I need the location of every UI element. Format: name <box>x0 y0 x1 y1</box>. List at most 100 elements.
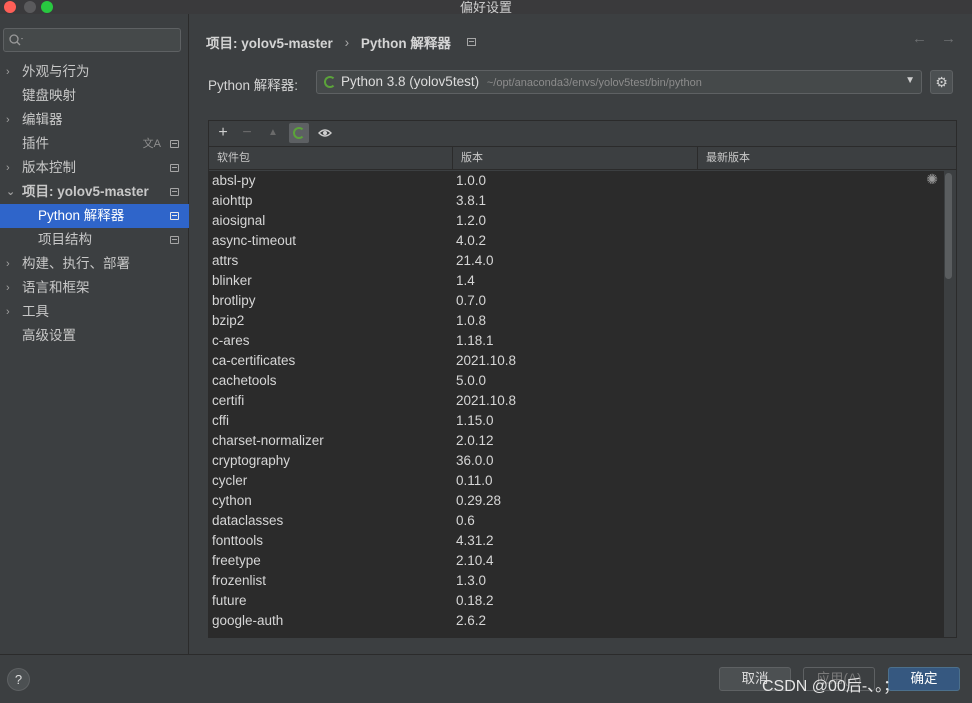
package-name: fonttools <box>212 533 264 548</box>
settings-nav: › 外观与行为 键盘映射 › 编辑器 插件 ⽂A › 版本控制 ⌄ 项目: yolov5-maste… <box>0 60 189 348</box>
sidebar-item-label: 语言和框架 <box>22 280 90 295</box>
sidebar-item[interactable]: 插件 ⽂A <box>0 132 189 156</box>
upgrade-package-button[interactable]: ▲ <box>263 123 283 143</box>
table-row[interactable]: frozenlist 1.3.0 <box>209 571 944 591</box>
chevron-right-icon[interactable]: › <box>6 156 10 180</box>
package-version: 5.0.0 <box>456 373 487 388</box>
package-name: brotlipy <box>212 293 256 308</box>
package-name: cython <box>212 493 252 508</box>
table-row[interactable]: aiosignal 1.2.0 <box>209 211 944 231</box>
dropdown-caret-icon[interactable]: ▼ <box>905 75 915 86</box>
package-list: absl-py 1.0.0 aiohttp 3.8.1 aiosignal 1.2.0 as… <box>209 171 944 637</box>
title-bar: 偏好设置 <box>0 0 972 15</box>
table-row[interactable]: google-auth 2.6.2 <box>209 611 944 631</box>
chevron-right-icon[interactable]: › <box>6 300 10 324</box>
column-header-package[interactable]: 软件包 <box>209 147 453 170</box>
package-version: 2.6.2 <box>456 613 487 628</box>
package-version: 1.0.8 <box>456 313 487 328</box>
package-name: bzip2 <box>212 313 245 328</box>
add-package-button[interactable]: + <box>213 123 233 143</box>
table-row[interactable]: brotlipy 0.7.0 <box>209 291 944 311</box>
column-header-version[interactable]: 版本 <box>453 147 698 170</box>
table-row[interactable]: bzip2 1.0.8 <box>209 311 944 331</box>
package-version: 2.0.12 <box>456 433 494 448</box>
project-scope-icon <box>466 38 476 46</box>
back-arrow-icon[interactable]: ← <box>912 30 927 47</box>
package-version: 4.31.2 <box>456 533 494 548</box>
table-row[interactable]: cachetools 5.0.0 <box>209 371 944 391</box>
chevron-right-icon[interactable]: › <box>6 276 10 300</box>
table-row[interactable]: cycler 0.11.0 <box>209 471 944 491</box>
sidebar-item[interactable]: › 语言和框架 <box>0 276 189 300</box>
breadcrumb-project[interactable]: 项目: yolov5-master <box>206 36 333 51</box>
sidebar-item[interactable]: 项目结构 <box>0 228 189 252</box>
table-row[interactable]: charset-normalizer 2.0.12 <box>209 431 944 451</box>
package-name: blinker <box>212 273 252 288</box>
table-row[interactable]: cryptography 36.0.0 <box>209 451 944 471</box>
package-version: 2021.10.8 <box>456 353 517 368</box>
table-row[interactable]: fonttools 4.31.2 <box>209 531 944 551</box>
table-row[interactable]: freetype 2.10.4 <box>209 551 944 571</box>
chevron-right-icon[interactable]: › <box>6 60 10 84</box>
chevron-right-icon[interactable]: › <box>6 108 10 132</box>
interpreter-select[interactable]: Python 3.8 (yolov5test) ~/opt/anaconda3/… <box>316 70 922 94</box>
vertical-scrollbar[interactable] <box>945 173 952 279</box>
sidebar-item[interactable]: Python 解释器 <box>0 204 189 228</box>
sidebar-item-label: Python 解释器 <box>38 208 125 223</box>
loading-spinner-icon: ✺ <box>926 171 938 187</box>
search-input[interactable] <box>3 28 181 52</box>
search-icon <box>8 32 24 48</box>
package-panel: + − ▲ 软件包 版本 最新版本 absl-py 1.0.0 aiohttp 3.8… <box>208 120 957 638</box>
sidebar-item[interactable]: 高级设置 <box>0 324 189 348</box>
table-row[interactable]: c-ares 1.18.1 <box>209 331 944 351</box>
table-row[interactable]: dataclasses 0.6 <box>209 511 944 531</box>
package-name: attrs <box>212 253 239 268</box>
table-row[interactable]: blinker 1.4 <box>209 271 944 291</box>
forward-arrow-icon[interactable]: → <box>941 30 956 47</box>
remove-package-button[interactable]: − <box>237 123 257 143</box>
sidebar-item[interactable]: › 外观与行为 <box>0 60 189 84</box>
table-row[interactable]: future 0.18.2 <box>209 591 944 611</box>
help-button[interactable]: ? <box>7 668 30 691</box>
translate-icon: ⽂A <box>142 138 161 150</box>
column-header-latest[interactable]: 最新版本 <box>698 147 956 170</box>
sidebar-item-label: 项目: yolov5-master <box>22 184 149 199</box>
interpreter-name: Python 3.8 (yolov5test) <box>341 74 480 89</box>
refresh-button[interactable] <box>289 123 309 143</box>
interpreter-settings-button[interactable]: ⚙ <box>930 70 953 94</box>
project-scope-icon <box>170 164 179 172</box>
table-row[interactable]: ca-certificates 2021.10.8 <box>209 351 944 371</box>
project-scope-icon <box>170 140 179 148</box>
package-name: absl-py <box>212 173 256 188</box>
table-row[interactable]: certifi 2021.10.8 <box>209 391 944 411</box>
sidebar-item[interactable]: 键盘映射 <box>0 84 189 108</box>
table-row[interactable]: async-timeout 4.0.2 <box>209 231 944 251</box>
package-name: cryptography <box>212 453 291 468</box>
table-row[interactable]: absl-py 1.0.0 <box>209 171 944 191</box>
package-version: 0.7.0 <box>456 293 487 308</box>
show-early-releases-button[interactable] <box>315 123 335 143</box>
sidebar-item-label: 插件 <box>22 136 49 151</box>
package-version: 1.2.0 <box>456 213 487 228</box>
table-row[interactable]: attrs 21.4.0 <box>209 251 944 271</box>
sidebar-item[interactable]: › 版本控制 <box>0 156 189 180</box>
table-row[interactable]: cffi 1.15.0 <box>209 411 944 431</box>
sidebar-item-label: 编辑器 <box>22 112 63 127</box>
project-scope-icon <box>170 188 179 196</box>
sidebar-item[interactable]: › 编辑器 <box>0 108 189 132</box>
table-row[interactable]: aiohttp 3.8.1 <box>209 191 944 211</box>
package-name: async-timeout <box>212 233 297 248</box>
project-scope-icon <box>170 212 179 220</box>
sidebar-item[interactable]: › 构建、执行、部署 <box>0 252 189 276</box>
chevron-right-icon[interactable]: › <box>6 252 10 276</box>
loading-ring-icon <box>293 127 305 139</box>
package-version: 1.18.1 <box>456 333 494 348</box>
interpreter-label: Python 解释器: <box>208 78 299 93</box>
chevron-down-icon[interactable]: ⌄ <box>6 180 15 204</box>
table-row[interactable]: cython 0.29.28 <box>209 491 944 511</box>
sidebar-item[interactable]: ⌄ 项目: yolov5-master <box>0 180 189 204</box>
package-version: 21.4.0 <box>456 253 494 268</box>
sidebar-item[interactable]: › 工具 <box>0 300 189 324</box>
package-name: c-ares <box>212 333 250 348</box>
project-scope-icon <box>170 236 179 244</box>
